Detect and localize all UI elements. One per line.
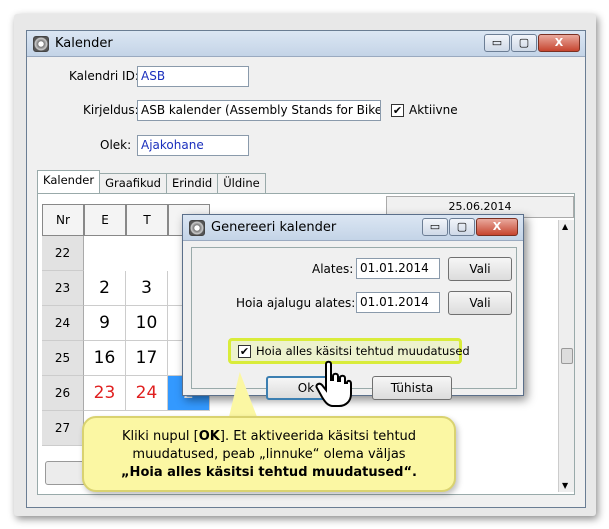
instruction-callout: Kliki nupul [OK]. Et aktiveerida käsitsi… xyxy=(82,416,456,492)
vali-button-1[interactable]: Vali xyxy=(448,257,512,281)
maximize-button[interactable]: ▢ xyxy=(511,34,537,52)
aktiivne-label: Aktiivne xyxy=(409,103,458,117)
vertical-scrollbar[interactable]: ▲ ▼ xyxy=(558,220,574,492)
tab-uldine[interactable]: Üldine xyxy=(217,173,266,193)
callout-text-2: muudatused, peab „linnuke“ olema väljas xyxy=(132,447,406,462)
app-gear-icon xyxy=(33,36,49,52)
kalendri-id-input[interactable]: ASB xyxy=(137,66,249,87)
day-cell[interactable]: 10 xyxy=(126,306,168,341)
day-cell[interactable]: 3 xyxy=(126,271,168,306)
week-number: 24 xyxy=(42,306,84,341)
dialog-body: Alates: 01.01.2014 Vali Hoia ajalugu ala… xyxy=(191,247,517,400)
header-t: T xyxy=(126,204,168,236)
keep-changes-label: Hoia alles käsitsi tehtud muudatused xyxy=(256,344,470,358)
day-cell[interactable]: 23 xyxy=(84,376,126,411)
vali-button-2[interactable]: Vali xyxy=(448,291,512,315)
week-number: 27 xyxy=(42,411,84,446)
window-title: Kalender xyxy=(55,36,113,51)
tab-graafikud[interactable]: Graafikud xyxy=(99,173,167,193)
dialog-gear-icon xyxy=(189,220,205,236)
ajalugu-label: Hoia ajalugu alates: xyxy=(236,296,356,310)
keep-changes-checkbox[interactable]: ✔ xyxy=(238,345,251,358)
tab-kalender[interactable]: Kalender xyxy=(37,170,101,193)
callout-text-1c: ]. Et aktiveerida käsitsi tehtud xyxy=(219,429,417,444)
day-cell[interactable]: 2 xyxy=(84,271,126,306)
olek-label: Olek: xyxy=(100,138,132,152)
tuhista-button[interactable]: Tühista xyxy=(372,376,452,400)
day-cell[interactable]: 9 xyxy=(84,306,126,341)
dialog-close-button[interactable]: X xyxy=(476,218,518,236)
alates-input[interactable]: 01.01.2014 xyxy=(356,258,440,279)
tab-strip: Kalender Graafikud Erindid Üldine xyxy=(37,170,266,193)
scroll-thumb[interactable] xyxy=(561,348,573,364)
scroll-up-icon[interactable]: ▲ xyxy=(562,222,568,231)
week-number: 22 xyxy=(42,236,84,271)
ajalugu-input[interactable]: 01.01.2014 xyxy=(356,292,440,313)
dialog-title: Genereeri kalender xyxy=(211,220,337,235)
dialog-title-bar: Genereeri kalender ▭ ▢ X xyxy=(183,215,523,241)
kirjeldus-input[interactable]: ASB kalender (Assembly Stands for Bikes) xyxy=(137,100,381,121)
header-nr: Nr xyxy=(42,204,84,236)
kalendri-id-label: Kalendri ID: xyxy=(69,69,139,83)
week-number: 26 xyxy=(42,376,84,411)
callout-ok-bold: OK xyxy=(198,429,220,444)
alates-label: Alates: xyxy=(312,262,354,276)
day-cell[interactable]: 17 xyxy=(126,341,168,376)
header-e: E xyxy=(84,204,126,236)
dialog-maximize-button[interactable]: ▢ xyxy=(449,218,475,236)
tab-erindid[interactable]: Erindid xyxy=(165,173,219,193)
title-bar: Kalender ▭ ▢ X xyxy=(27,31,585,57)
minimize-button[interactable]: ▭ xyxy=(484,34,510,52)
hand-cursor-icon xyxy=(315,360,352,407)
callout-text-1a: Kliki nupul [ xyxy=(121,429,199,444)
callout-text-3: „Hoia alles käsitsi tehtud muudatused“. xyxy=(121,465,417,480)
week-number: 23 xyxy=(42,271,84,306)
day-cell[interactable]: 16 xyxy=(84,341,126,376)
week-number: 25 xyxy=(42,341,84,376)
day-cell[interactable]: 24 xyxy=(126,376,168,411)
scroll-down-icon[interactable]: ▼ xyxy=(562,481,568,490)
close-button[interactable]: X xyxy=(538,34,580,52)
dialog-minimize-button[interactable]: ▭ xyxy=(422,218,448,236)
kirjeldus-label: Kirjeldus: xyxy=(83,103,139,117)
olek-input[interactable]: Ajakohane xyxy=(137,135,249,156)
aktiivne-checkbox[interactable]: ✔ xyxy=(391,104,404,117)
